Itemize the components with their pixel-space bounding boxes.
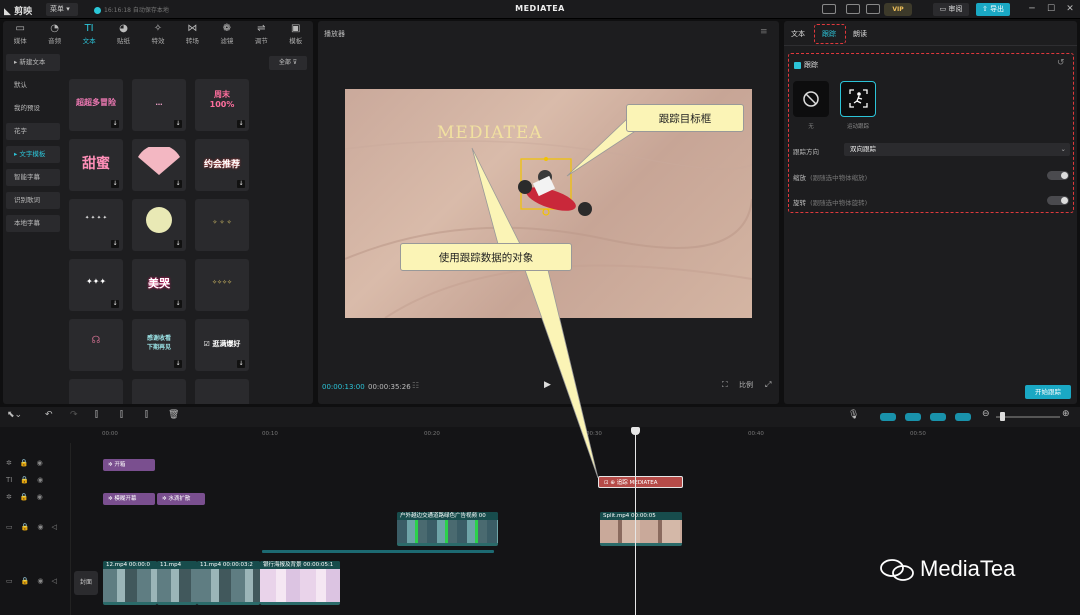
watermark: MediaTea [880,556,1015,582]
watermark-text: MediaTea [920,556,1016,581]
wechat-icon [880,559,914,582]
callout-tracking-target: 跟踪目标框 [626,104,744,132]
callout-tracked-object: 使用跟踪数据的对象 [400,243,572,271]
callout-pointers [471,117,641,479]
